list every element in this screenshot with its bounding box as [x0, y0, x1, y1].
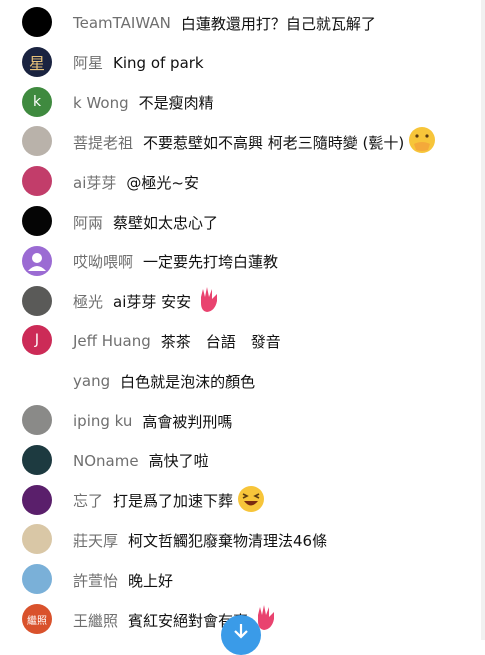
message-line: yang 白色就是泡沫的顏色: [73, 361, 475, 401]
message-text: 蔡壁如太忠心了: [113, 213, 219, 232]
message-line: 哎呦喂啊 一定要先打垮白蓮教: [73, 242, 475, 282]
message-line: Jeff Huang 茶茶 台語 發音: [73, 321, 475, 361]
author-name[interactable]: 菩提老祖: [73, 132, 133, 153]
message-line: TeamTAIWAN 白蓮教還用打？自己就瓦解了: [73, 3, 475, 43]
letter-k-avatar[interactable]: k: [22, 86, 52, 117]
default-user-avatar[interactable]: [22, 245, 52, 276]
message-line: 菩提老祖 不要惹壁如不高興 柯老三隨時變 (甏十): [73, 122, 475, 162]
message-text: 不要惹壁如不高興 柯老三隨時變 (甏十): [143, 133, 405, 152]
blank-avatar[interactable]: [22, 365, 52, 396]
chat-message: 阿兩 蔡壁如太忠心了: [0, 202, 485, 242]
chat-message: TeamTAIWAN 白蓮教還用打？自己就瓦解了: [0, 3, 485, 43]
chat-message: 哎呦喂啊 一定要先打垮白蓮教: [0, 242, 485, 282]
chat-message: iping ku 高會被判刑嗎: [0, 401, 485, 441]
author-name[interactable]: NOname: [73, 452, 139, 470]
pink-photo-avatar[interactable]: [22, 166, 52, 197]
message-line: 王繼照 賓紅安絕對會有事: [73, 600, 475, 640]
author-name[interactable]: k Wong: [73, 94, 129, 112]
dark-photo-avatar[interactable]: [22, 285, 52, 316]
woman-photo-avatar[interactable]: [22, 564, 52, 595]
message-line: ai芽芽 @極光~安: [73, 162, 475, 202]
teal-dark-avatar[interactable]: [22, 444, 52, 475]
author-name[interactable]: ai芽芽: [73, 172, 116, 193]
author-name[interactable]: 極光: [73, 291, 103, 312]
hand-over-mouth-emoji: [408, 126, 436, 158]
chat-message: 忘了 打是爲了加速下葬: [0, 481, 485, 521]
author-name[interactable]: 許萱怡: [73, 570, 118, 591]
message-text: 柯文哲觸犯廢棄物清理法46條: [128, 531, 328, 550]
message-line: 許萱怡 晚上好: [73, 560, 475, 600]
chat-message: 菩提老祖 不要惹壁如不高興 柯老三隨時變 (甏十): [0, 122, 485, 162]
star-character-avatar[interactable]: 星: [22, 46, 52, 77]
message-text: 茶茶 台語 發音: [160, 332, 281, 351]
name-seal-avatar[interactable]: 繼照: [22, 604, 52, 634]
glasses-man-avatar[interactable]: [22, 524, 52, 555]
girl-photo-avatar[interactable]: [22, 405, 52, 435]
message-text: 高快了啦: [148, 452, 209, 471]
chat-message: k k Wong 不是瘦肉精: [0, 83, 485, 123]
author-name[interactable]: Jeff Huang: [73, 332, 151, 350]
message-text: @極光~安: [126, 173, 199, 192]
message-text: 不是瘦肉精: [138, 94, 214, 113]
black-circle-avatar[interactable]: [22, 7, 52, 37]
scrollbar[interactable]: [481, 0, 485, 640]
scroll-to-bottom-button[interactable]: [221, 615, 261, 655]
message-text: 打是爲了加速下葬: [113, 492, 234, 511]
letter-j-avatar[interactable]: J: [22, 325, 52, 356]
laughing-face-emoji: [237, 485, 265, 517]
old-man-photo-avatar[interactable]: [22, 126, 52, 157]
message-text: 一定要先打垮白蓮教: [143, 253, 279, 272]
message-line: 忘了 打是爲了加速下葬: [73, 481, 475, 521]
author-name[interactable]: 阿兩: [73, 212, 103, 233]
author-name[interactable]: 王繼照: [73, 610, 118, 631]
chat-message: 莊天厚 柯文哲觸犯廢棄物清理法46條: [0, 520, 485, 560]
author-name[interactable]: TeamTAIWAN: [73, 14, 171, 32]
chat-message-list: TeamTAIWAN 白蓮教還用打？自己就瓦解了星阿星 King of park k k…: [0, 0, 485, 640]
chat-message: 極光 ai芽芽 安安: [0, 282, 485, 322]
author-name[interactable]: 哎呦喂啊: [73, 251, 133, 272]
author-name[interactable]: iping ku: [73, 412, 132, 430]
black-circle-avatar[interactable]: [22, 206, 52, 236]
arrow-down-icon: [234, 624, 248, 639]
chat-message: 許萱怡 晚上好: [0, 560, 485, 600]
waving-hand-emoji: [195, 285, 227, 319]
message-line: iping ku 高會被判刑嗎: [73, 401, 475, 441]
message-text: 晚上好: [128, 571, 174, 590]
planet-avatar[interactable]: [22, 484, 52, 515]
chat-message: yang 白色就是泡沫的顏色: [0, 361, 485, 401]
message-text: 高會被判刑嗎: [142, 412, 233, 431]
message-text: King of park: [113, 53, 204, 72]
author-name[interactable]: yang: [73, 372, 110, 390]
message-line: 阿星 King of park: [73, 43, 475, 83]
message-text: ai芽芽 安安: [113, 293, 192, 312]
chat-message: NOname 高快了啦: [0, 441, 485, 481]
chat-message: 星阿星 King of park: [0, 43, 485, 83]
author-name[interactable]: 忘了: [73, 490, 103, 511]
author-name[interactable]: 阿星: [73, 52, 103, 73]
chat-message: J Jeff Huang 茶茶 台語 發音: [0, 321, 485, 361]
chat-message: ai芽芽 @極光~安: [0, 162, 485, 202]
message-line: 極光 ai芽芽 安安: [73, 282, 475, 322]
author-name[interactable]: 莊天厚: [73, 530, 118, 551]
message-line: NOname 高快了啦: [73, 441, 475, 481]
message-line: k Wong 不是瘦肉精: [73, 83, 475, 123]
message-line: 阿兩 蔡壁如太忠心了: [73, 202, 475, 242]
message-text: 白蓮教還用打？自己就瓦解了: [180, 14, 376, 33]
message-text: 白色就是泡沫的顏色: [120, 372, 256, 391]
message-line: 莊天厚 柯文哲觸犯廢棄物清理法46條: [73, 520, 475, 560]
